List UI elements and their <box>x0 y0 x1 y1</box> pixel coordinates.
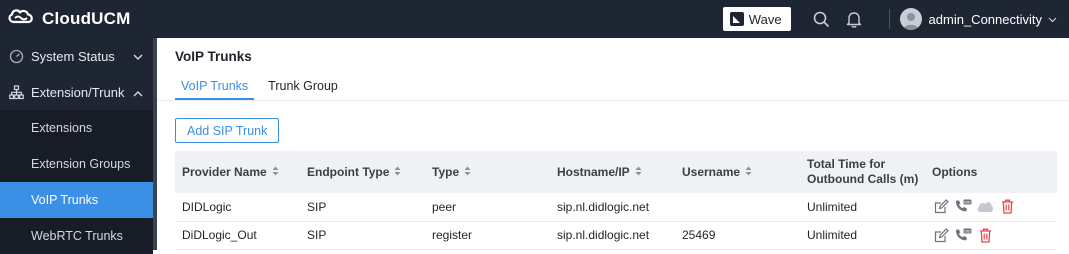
column-header-options: Options <box>932 165 978 179</box>
sidebar-item-extensions[interactable]: Extensions <box>0 110 153 146</box>
chevron-up-icon <box>133 85 143 100</box>
sidebar-item-label: Extension Groups <box>31 157 131 171</box>
edit-icon[interactable] <box>932 199 950 215</box>
tabs-divider <box>157 100 1069 101</box>
bell-icon[interactable] <box>845 10 863 28</box>
cell-options: DID <box>925 221 1057 249</box>
table-row: DiDLogic_Out SIP register sip.nl.didlogi… <box>175 221 1057 249</box>
did-phone-icon[interactable]: DID <box>954 199 972 215</box>
chevron-down-icon <box>133 49 143 64</box>
tab-voip-trunks[interactable]: VoIP Trunks <box>175 76 255 100</box>
column-header-type[interactable]: Type <box>425 151 550 193</box>
sort-icon[interactable] <box>745 165 752 179</box>
cell-type: register <box>432 228 473 242</box>
add-sip-trunk-button[interactable]: Add SIP Trunk <box>175 118 280 143</box>
trunks-table: Provider Name Endpoint Type Type Hostnam… <box>175 151 1057 250</box>
sidebar-item-label: Extensions <box>31 121 93 135</box>
wave-icon <box>729 12 744 26</box>
sidebar-item-system-status[interactable]: System Status <box>0 38 153 74</box>
cell-options: DID <box>925 193 1057 221</box>
column-header-provider[interactable]: Provider Name <box>175 151 300 193</box>
did-phone-icon[interactable]: DID <box>954 227 972 243</box>
sidebar-item-webrtc-trunks[interactable]: WebRTC Trunks <box>0 218 153 254</box>
tab-trunk-group[interactable]: Trunk Group <box>262 76 344 100</box>
top-bar: CloudUCM Wave admin_Connectivity <box>0 0 1069 38</box>
cell-hostname: sip.nl.didlogic.net <box>557 228 650 242</box>
sidebar-item-extension-groups[interactable]: Extension Groups <box>0 146 153 182</box>
sort-icon[interactable] <box>635 165 642 179</box>
column-header-username[interactable]: Username <box>675 151 800 193</box>
table-header-row: Provider Name Endpoint Type Type Hostnam… <box>175 151 1057 193</box>
cloud-logo-icon <box>6 7 36 32</box>
column-header-total-time: Total Time for Outbound Calls (m) <box>807 157 919 186</box>
cell-total-time: Unlimited <box>807 228 858 242</box>
sidebar: System Status Extension/Trunk Extensions… <box>0 38 153 254</box>
logo[interactable]: CloudUCM <box>6 7 130 32</box>
sidebar-item-extension-trunk[interactable]: Extension/Trunk <box>0 74 153 110</box>
chevron-down-icon[interactable] <box>1048 10 1057 28</box>
delete-icon[interactable] <box>998 199 1016 215</box>
cell-endpoint: SIP <box>307 228 327 242</box>
main-content: VoIP Trunks VoIP Trunks Trunk Group Add … <box>157 38 1069 250</box>
sidebar-item-label: System Status <box>31 48 115 64</box>
user-name[interactable]: admin_Connectivity <box>929 12 1042 27</box>
wave-label: Wave <box>748 11 782 27</box>
column-header-endpoint[interactable]: Endpoint Type <box>300 151 425 193</box>
org-chart-icon <box>8 84 24 100</box>
cell-username <box>675 193 800 221</box>
sort-icon[interactable] <box>464 165 471 179</box>
sidebar-item-voip-trunks[interactable]: VoIP Trunks <box>0 182 153 218</box>
topbar-divider <box>888 9 890 29</box>
edit-icon[interactable] <box>932 227 950 243</box>
sidebar-item-label: Extension/Trunk <box>31 84 125 100</box>
sort-icon[interactable] <box>394 165 401 179</box>
cell-username: 25469 <box>682 228 716 242</box>
cloud-icon[interactable] <box>976 199 994 215</box>
sidebar-item-label: VoIP Trunks <box>31 193 99 207</box>
app-name: CloudUCM <box>42 9 131 28</box>
page-title: VoIP Trunks <box>175 49 252 64</box>
cell-type: peer <box>432 199 457 214</box>
sidebar-item-label: WebRTC Trunks <box>31 229 123 243</box>
cell-provider: DIDLogic <box>182 199 232 214</box>
search-icon[interactable] <box>813 10 831 28</box>
cell-endpoint: SIP <box>307 199 327 214</box>
cell-provider: DiDLogic_Out <box>182 228 257 242</box>
user-avatar[interactable] <box>899 8 922 30</box>
gauge-icon <box>8 48 24 64</box>
tab-bar: VoIP Trunks Trunk Group <box>175 76 352 100</box>
wave-button[interactable]: Wave <box>722 7 791 31</box>
svg-text:DID: DID <box>964 229 971 233</box>
column-header-hostname[interactable]: Hostname/IP <box>550 151 675 193</box>
sort-icon[interactable] <box>272 165 279 179</box>
delete-icon[interactable] <box>976 227 994 243</box>
svg-text:DID: DID <box>964 201 971 205</box>
cell-total-time: Unlimited <box>807 199 858 214</box>
cell-hostname: sip.nl.didlogic.net <box>557 199 650 214</box>
table-row: DIDLogic SIP peer sip.nl.didlogic.net Un… <box>175 193 1057 221</box>
